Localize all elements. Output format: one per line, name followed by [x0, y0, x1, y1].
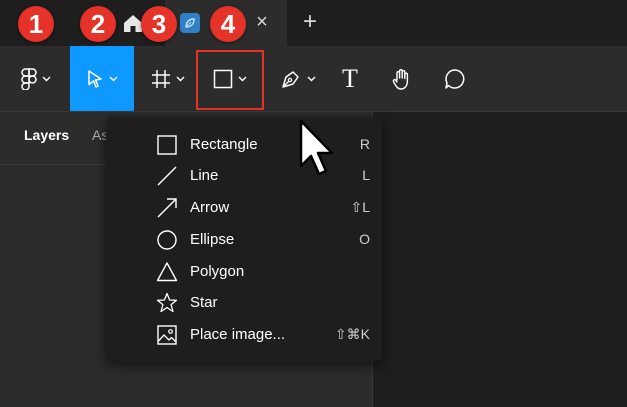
line-icon	[157, 166, 177, 186]
menu-item-shortcut: ⇧L	[350, 199, 370, 215]
menu-item-star[interactable]: Star	[106, 288, 382, 318]
frame-hash-icon	[152, 69, 170, 88]
tab-layers[interactable]: Layers	[24, 127, 69, 143]
menu-item-shortcut: R	[359, 136, 370, 152]
star-icon	[156, 292, 178, 313]
menu-item-label: Star	[190, 294, 218, 311]
comment-tool-button[interactable]	[434, 46, 476, 111]
menu-item-shortcut: L	[362, 167, 370, 183]
pen-tool-button[interactable]	[272, 46, 324, 111]
menu-item-label: Line	[190, 167, 219, 184]
toolbar: T	[0, 46, 627, 112]
tab-close-button[interactable]: ×	[252, 9, 272, 35]
hand-icon	[392, 68, 409, 90]
figma-logo-icon	[21, 67, 37, 90]
chevron-down-icon	[42, 76, 51, 81]
menu-item-arrow[interactable]: Arrow ⇧L	[106, 193, 382, 223]
rectangle-icon	[157, 135, 177, 155]
frame-tool-button[interactable]	[142, 46, 194, 111]
hand-tool-button[interactable]	[382, 46, 422, 111]
menu-item-place-image[interactable]: Place image... ⇧⌘K	[106, 320, 382, 350]
pen-nib-icon	[282, 70, 299, 88]
text-tool-icon: T	[342, 63, 358, 93]
chevron-down-icon	[176, 76, 185, 81]
file-icon	[180, 13, 200, 33]
cursor-arrow-icon	[88, 69, 102, 88]
step-badge-3: 3	[141, 6, 177, 42]
menu-item-polygon[interactable]: Polygon	[106, 257, 382, 287]
menu-item-label: Place image...	[190, 326, 286, 343]
chevron-down-icon	[307, 76, 316, 81]
image-icon	[157, 325, 177, 345]
canvas-area[interactable]	[372, 112, 627, 407]
menu-item-label: Arrow	[190, 199, 230, 216]
shape-dropdown-menu: Rectangle R Line L Arrow ⇧L Ellipse O Po…	[106, 117, 382, 361]
menu-item-label: Rectangle	[190, 136, 258, 153]
new-tab-button[interactable]: +	[299, 9, 321, 35]
main-menu-button[interactable]	[8, 46, 64, 111]
menu-item-shortcut: ⇧⌘K	[334, 326, 370, 342]
mouse-pointer-icon	[299, 119, 334, 176]
step-badge-4: 4	[210, 6, 246, 42]
step-badge-2: 2	[80, 6, 116, 42]
ellipse-icon	[157, 230, 177, 250]
menu-item-label: Polygon	[190, 263, 245, 280]
menu-item-line[interactable]: Line L	[106, 161, 382, 191]
shape-tool-highlight-box	[196, 50, 264, 110]
menu-item-shortcut: O	[359, 231, 370, 247]
chevron-down-icon	[109, 76, 118, 81]
menu-item-label: Ellipse	[190, 231, 235, 248]
step-badge-1: 1	[18, 6, 54, 42]
move-tool-button[interactable]	[70, 46, 134, 111]
polygon-icon	[156, 262, 178, 282]
menu-item-rectangle[interactable]: Rectangle R	[106, 130, 382, 160]
menu-item-ellipse[interactable]: Ellipse O	[106, 225, 382, 255]
text-tool-button[interactable]: T	[330, 46, 370, 111]
arrow-icon	[157, 198, 177, 218]
comment-bubble-icon	[445, 68, 465, 89]
